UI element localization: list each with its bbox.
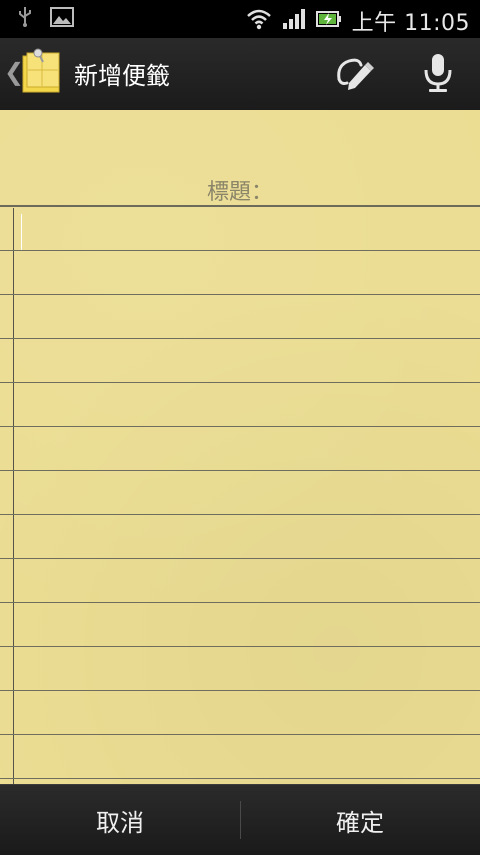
microphone-button[interactable] [413,50,463,100]
text-cursor [21,214,22,250]
ruled-line [0,514,480,515]
usb-icon [18,6,32,32]
ruled-line [0,778,480,779]
battery-charging-icon [315,9,342,33]
status-bar: 上午 11:05 [0,0,480,38]
ruled-line [0,470,480,471]
ink-pen-button[interactable] [330,50,380,100]
note-paper: 標題： [0,110,480,784]
ruled-line [0,602,480,603]
ruled-line [0,250,480,251]
signal-icon [282,8,306,34]
screen-title: 新增便籤 [74,62,170,90]
ruled-line [0,294,480,295]
wifi-icon [246,8,272,34]
confirm-button[interactable]: 確定 [240,785,480,855]
cancel-button[interactable]: 取消 [0,785,240,855]
ruled-line [0,426,480,427]
ruled-line [0,734,480,735]
action-bar: ❮ 新增便籤 [0,38,480,112]
ruled-line [0,382,480,383]
sticky-note-icon[interactable] [20,48,64,96]
microphone-icon [422,52,454,98]
ruled-line [0,558,480,559]
clock: 上午 11:05 [351,11,470,36]
image-icon [50,7,74,31]
ruled-line [0,690,480,691]
ink-pen-icon [335,55,375,95]
ruled-line [0,338,480,339]
note-title-label[interactable]: 標題： [0,174,480,206]
ruled-line [0,646,480,647]
bottom-button-bar: 取消 確定 [0,784,480,855]
